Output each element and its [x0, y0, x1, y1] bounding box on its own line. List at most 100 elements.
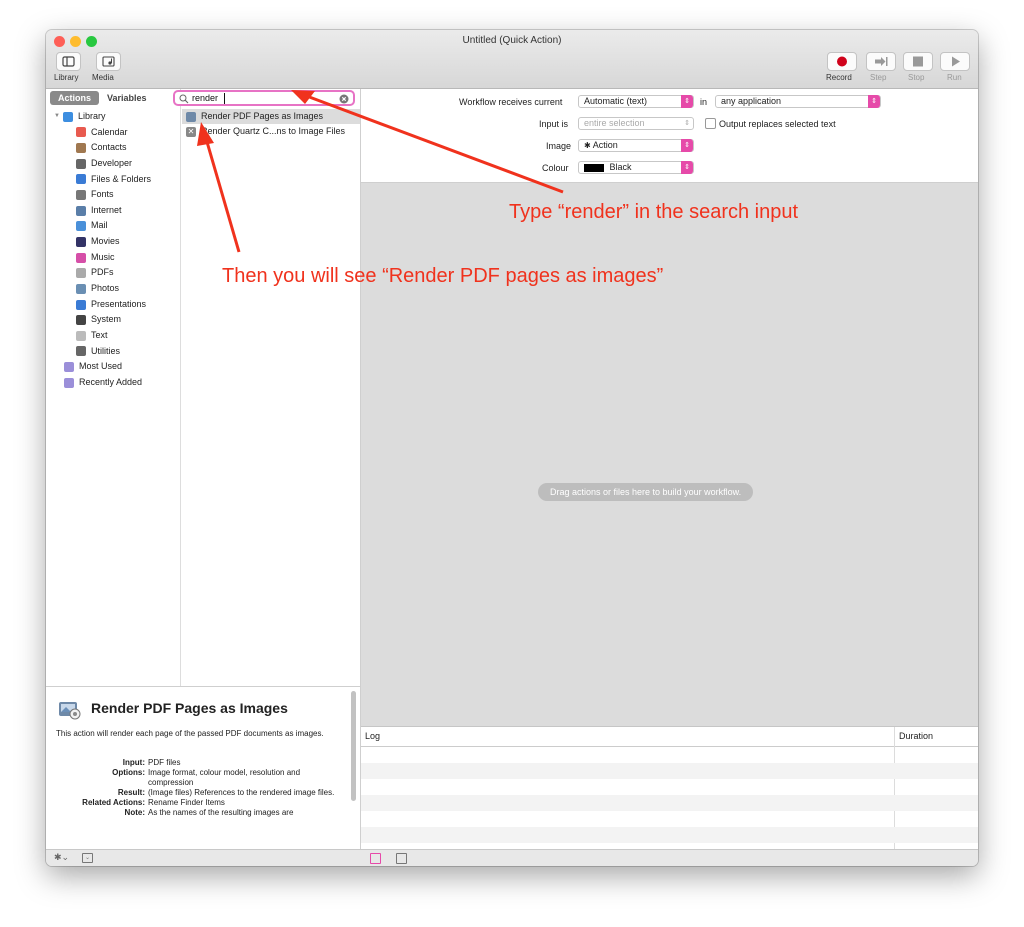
sidebar-item[interactable]: System: [46, 312, 180, 328]
sidebar-item[interactable]: Movies: [46, 234, 180, 250]
show-variables-icon[interactable]: [396, 853, 407, 864]
sidebar-item-label: Most Used: [79, 361, 123, 372]
related-actions-label: Related Actions:: [82, 798, 145, 807]
media-button[interactable]: [96, 52, 121, 71]
sidebar-item[interactable]: Files & Folders: [46, 172, 180, 188]
options-label: Options:: [112, 768, 145, 777]
input-label: Input:: [122, 758, 145, 767]
sidebar-item-label: Contacts: [91, 142, 127, 153]
input-is-label: Input is: [539, 119, 569, 129]
play-icon: [952, 56, 960, 67]
finder-icon: [76, 174, 86, 185]
render-pdf-icon: [186, 111, 196, 122]
record-button[interactable]: [827, 52, 857, 71]
duration-column-header[interactable]: Duration: [899, 727, 933, 746]
step-button[interactable]: [866, 52, 896, 71]
colour-label: Colour: [542, 163, 569, 173]
related-actions-value: Rename Finder Items: [148, 798, 225, 807]
library-icon: [62, 111, 73, 122]
sidebar-item-label: System: [91, 314, 122, 325]
description-scrollbar[interactable]: [351, 691, 356, 801]
utilities-icon: [76, 346, 86, 357]
popup-chevron-icon: ⇕: [868, 95, 880, 108]
window-title: Untitled (Quick Action): [462, 35, 562, 46]
sidebar-item[interactable]: Music: [46, 250, 180, 266]
colour-value: Black: [609, 162, 632, 172]
presentations-icon: [76, 299, 86, 310]
movies-icon: [76, 236, 86, 247]
sidebar-item[interactable]: ▼ Library: [46, 109, 180, 125]
sidebar-item-label: Library: [77, 111, 106, 121]
image-popup[interactable]: ✱ Action ⇕: [578, 139, 694, 152]
pdf-icon: [76, 268, 86, 279]
run-button[interactable]: [940, 52, 970, 71]
input-value: PDF files: [148, 758, 181, 767]
search-input[interactable]: render: [192, 93, 218, 104]
sidebar-item-label: Fonts: [91, 189, 114, 200]
library-toggle-button[interactable]: [56, 52, 81, 71]
log-table: Log Duration: [361, 726, 978, 850]
receives-type-popup[interactable]: Automatic (text) ⇕: [578, 95, 694, 108]
fonts-icon: [76, 190, 86, 201]
sidebar-item-label: PDFs: [91, 267, 114, 278]
sidebar-item[interactable]: Fonts: [46, 187, 180, 203]
sidebar-item[interactable]: Contacts: [46, 140, 180, 156]
action-list-item[interactable]: Render PDF Pages as Images: [182, 109, 360, 124]
sidebar-item-label: Calendar: [91, 126, 128, 137]
log-row: [361, 795, 978, 811]
sidebar-item[interactable]: Calendar: [46, 125, 180, 141]
action-description-panel: Render PDF Pages as Images This action w…: [46, 686, 360, 850]
output-replaces-checkbox[interactable]: [705, 118, 716, 129]
tab-actions[interactable]: Actions: [50, 91, 100, 105]
tab-variables[interactable]: Variables: [99, 91, 155, 105]
gear-menu-icon[interactable]: ✱⌄: [54, 852, 69, 863]
search-field[interactable]: render: [173, 90, 355, 106]
render-pdf-icon: [59, 702, 81, 720]
toggle-description-icon[interactable]: ⌄: [82, 853, 93, 863]
stop-icon: [913, 56, 923, 67]
popup-chevron-icon: ⇕: [681, 139, 693, 152]
image-value: Action: [592, 140, 618, 150]
stop-button[interactable]: [903, 52, 933, 71]
stop-label: Stop: [908, 73, 925, 82]
input-is-popup[interactable]: entire selection ⇕: [578, 117, 694, 130]
sidebar-item[interactable]: Presentations: [46, 297, 180, 313]
note-value: As the names of the resulting images are: [148, 808, 294, 817]
log-row: [361, 763, 978, 779]
application-value: any application: [721, 96, 782, 106]
step-icon: [875, 57, 888, 66]
category-tree: ▼ Library Calendar Contacts Developer Files &…: [46, 109, 180, 391]
title-bar: Untitled (Quick Action) Library Media Re…: [46, 30, 978, 89]
sidebar-item[interactable]: PDFs: [46, 265, 180, 281]
disclosure-triangle-icon[interactable]: ▼: [54, 109, 60, 125]
sidebar-item-label: Presentations: [91, 298, 147, 309]
mail-icon: [76, 221, 86, 232]
description-title: Render PDF Pages as Images: [91, 700, 288, 716]
sidebar-item[interactable]: Photos: [46, 281, 180, 297]
clear-search-icon[interactable]: [339, 94, 349, 104]
sidebar-item-label: Files & Folders: [91, 173, 152, 184]
application-popup[interactable]: any application ⇕: [715, 95, 881, 108]
sidebar-item-label: Text: [91, 329, 108, 340]
log-header: Log Duration: [361, 727, 978, 747]
result-label: Result:: [117, 788, 145, 797]
action-list-item[interactable]: ✕ Render Quartz C...ns to Image Files: [182, 124, 360, 139]
sidebar-item[interactable]: Recently Added: [46, 375, 180, 391]
workflow-receives-label: Workflow receives current: [459, 97, 563, 107]
sidebar-item[interactable]: Text: [46, 328, 180, 344]
action-results-list: Render PDF Pages as Images ✕ Render Quartz…: [182, 109, 360, 139]
run-label: Run: [947, 73, 962, 82]
colour-popup[interactable]: Black ⇕: [578, 161, 694, 174]
show-log-icon[interactable]: [370, 853, 381, 864]
sidebar-item[interactable]: Developer: [46, 156, 180, 172]
options-value: Image format, colour model, resolution a…: [148, 768, 301, 787]
sidebar-item[interactable]: Internet: [46, 203, 180, 219]
sidebar-item[interactable]: Utilities: [46, 344, 180, 360]
sidebar-item[interactable]: Mail: [46, 218, 180, 234]
sidebar-item[interactable]: Most Used: [46, 359, 180, 375]
sidebar-item-label: Movies: [91, 236, 120, 247]
log-column-header[interactable]: Log: [365, 727, 380, 746]
smart-folder-icon: [64, 377, 74, 388]
system-icon: [76, 315, 86, 326]
library-label: Library: [54, 73, 79, 82]
